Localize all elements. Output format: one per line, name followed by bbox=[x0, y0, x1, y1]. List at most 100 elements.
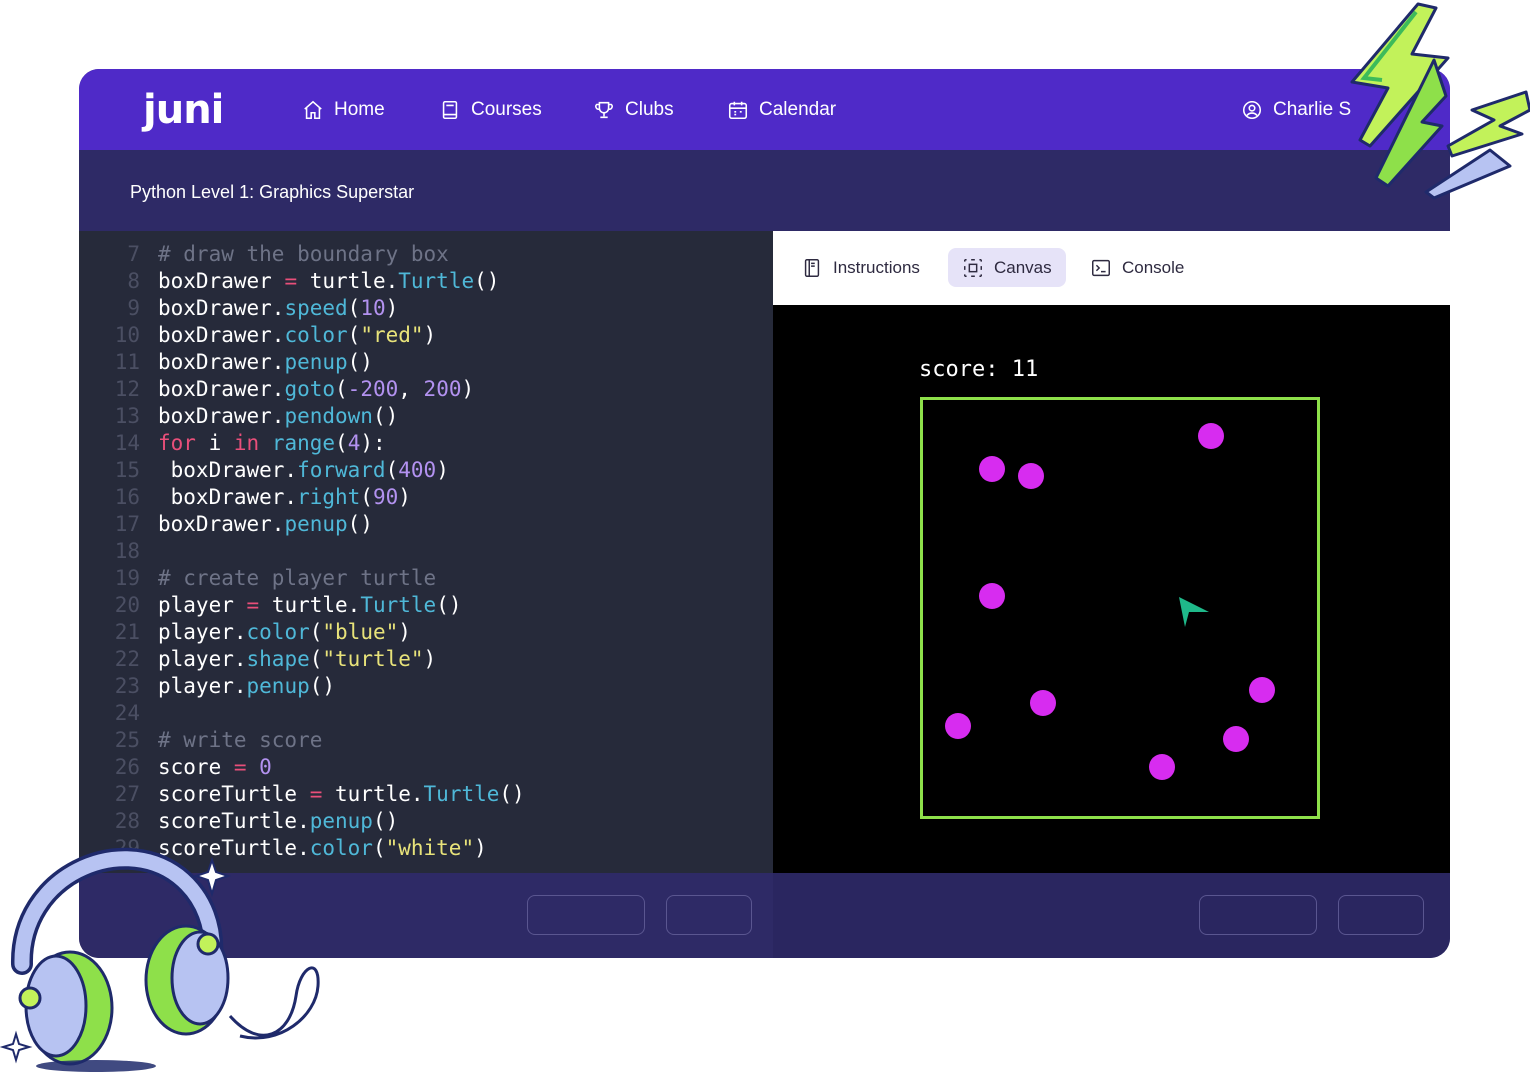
line-number: 9 bbox=[127, 296, 140, 320]
output-footer-button[interactable] bbox=[1338, 895, 1424, 935]
code-text: boxDrawer.penup() bbox=[158, 349, 373, 376]
headphones-icon bbox=[0, 847, 320, 1072]
code-token: range bbox=[271, 431, 336, 455]
code-text: player.shape("turtle") bbox=[158, 646, 436, 673]
code-token: ( bbox=[309, 620, 323, 644]
code-line[interactable]: 13 boxDrawer.pendown() bbox=[79, 403, 773, 430]
code-line[interactable]: 14 for i in range(4): bbox=[79, 430, 773, 457]
course-header: Python Level 1: Graphics Superstar bbox=[79, 150, 1450, 231]
code-token: penup bbox=[284, 512, 348, 536]
nav-courses[interactable]: Courses bbox=[439, 96, 542, 124]
nav-calendar[interactable]: Calendar bbox=[727, 96, 836, 124]
code-line[interactable]: 26 score = 0 bbox=[79, 754, 773, 781]
target-dot bbox=[979, 456, 1005, 482]
code-token: right bbox=[297, 485, 361, 509]
nav-clubs[interactable]: Clubs bbox=[593, 96, 674, 124]
output-footer bbox=[773, 873, 1450, 958]
code-token: "red" bbox=[360, 323, 424, 347]
line-number: 21 bbox=[114, 620, 140, 644]
code-line[interactable]: 18 bbox=[79, 538, 773, 565]
code-token: ( bbox=[335, 431, 348, 455]
line-number: 13 bbox=[114, 404, 140, 428]
code-token: () bbox=[372, 809, 399, 833]
code-line[interactable]: 7 # draw the boundary box bbox=[79, 241, 773, 268]
output-tabs: Instructions Canvas Console bbox=[773, 231, 1450, 305]
code-token: ( bbox=[309, 647, 323, 671]
code-token: boxDrawer. bbox=[158, 296, 285, 320]
code-token: speed bbox=[284, 296, 348, 320]
editor-footer-button[interactable] bbox=[527, 895, 645, 935]
code-text: boxDrawer.right(90) bbox=[158, 484, 411, 511]
code-token: = bbox=[233, 755, 247, 779]
output-panel: Instructions Canvas Console score: 11 bbox=[773, 231, 1450, 873]
app-window: juni Home Courses Clubs Calendar Charlie… bbox=[79, 69, 1450, 958]
code-token: () bbox=[474, 269, 500, 293]
tab-instructions-label: Instructions bbox=[833, 257, 920, 277]
code-token: () bbox=[436, 593, 462, 617]
code-line[interactable]: 17 boxDrawer.penup() bbox=[79, 511, 773, 538]
target-dot bbox=[945, 713, 971, 739]
code-token: () bbox=[347, 512, 373, 536]
code-line[interactable]: 25 # write score bbox=[79, 727, 773, 754]
tab-canvas[interactable]: Canvas bbox=[948, 248, 1066, 287]
code-token: player. bbox=[158, 620, 247, 644]
code-text: player.color("blue") bbox=[158, 619, 411, 646]
code-line[interactable]: 8 boxDrawer = turtle.Turtle() bbox=[79, 268, 773, 295]
code-token: # draw the boundary box bbox=[158, 242, 449, 266]
line-number: 25 bbox=[114, 728, 140, 752]
code-line[interactable]: 16 boxDrawer.right(90) bbox=[79, 484, 773, 511]
book-open-icon bbox=[804, 258, 820, 277]
line-number: 10 bbox=[114, 323, 140, 347]
code-editor[interactable]: 7 # draw the boundary box 8 boxDrawer = tur… bbox=[79, 231, 773, 873]
code-token: ( bbox=[347, 323, 361, 347]
editor-footer-button[interactable] bbox=[666, 895, 752, 935]
code-line[interactable]: 27 scoreTurtle = turtle.Turtle() bbox=[79, 781, 773, 808]
code-line[interactable]: 22 player.shape("turtle") bbox=[79, 646, 773, 673]
code-token: 200 bbox=[423, 377, 462, 401]
code-token: () bbox=[347, 350, 373, 374]
code-line[interactable]: 28 scoreTurtle.penup() bbox=[79, 808, 773, 835]
code-line[interactable]: 10 boxDrawer.color("red") bbox=[79, 322, 773, 349]
code-line[interactable]: 24 bbox=[79, 700, 773, 727]
nav-home[interactable]: Home bbox=[302, 96, 385, 124]
code-token: # write score bbox=[158, 728, 323, 752]
code-token: ): bbox=[360, 431, 386, 455]
turtle-canvas[interactable]: score: 11 bbox=[773, 305, 1450, 873]
tab-instructions[interactable]: Instructions bbox=[787, 248, 934, 287]
code-line[interactable]: 21 player.color("blue") bbox=[79, 619, 773, 646]
code-text: boxDrawer.forward(400) bbox=[158, 457, 449, 484]
juni-logo[interactable]: juni bbox=[143, 87, 224, 133]
code-token: ) bbox=[423, 323, 437, 347]
target-dot bbox=[1149, 754, 1175, 780]
code-token: for bbox=[158, 431, 196, 455]
code-token: turtle. bbox=[322, 782, 424, 806]
code-line[interactable]: 19 # create player turtle bbox=[79, 565, 773, 592]
terminal-icon bbox=[1092, 259, 1110, 276]
code-line[interactable]: 11 boxDrawer.penup() bbox=[79, 349, 773, 376]
code-line[interactable]: 23 player.penup() bbox=[79, 673, 773, 700]
code-token: penup bbox=[284, 350, 348, 374]
output-footer-button[interactable] bbox=[1199, 895, 1317, 935]
code-token: boxDrawer. bbox=[158, 485, 298, 509]
line-number: 24 bbox=[114, 701, 140, 725]
code-token: 90 bbox=[372, 485, 399, 509]
code-token: forward bbox=[297, 458, 386, 482]
code-token: player. bbox=[158, 647, 247, 671]
code-token: Turtle bbox=[398, 269, 475, 293]
code-text: boxDrawer.speed(10) bbox=[158, 295, 398, 322]
code-token: ) bbox=[398, 620, 411, 644]
code-token: pendown bbox=[284, 404, 373, 428]
tab-console[interactable]: Console bbox=[1076, 248, 1198, 287]
line-number: 18 bbox=[114, 539, 140, 563]
code-token: penup bbox=[309, 809, 373, 833]
code-line[interactable]: 12 boxDrawer.goto(-200, 200) bbox=[79, 376, 773, 403]
trophy-icon bbox=[595, 101, 613, 119]
code-line[interactable]: 20 player = turtle.Turtle() bbox=[79, 592, 773, 619]
line-number: 16 bbox=[114, 485, 140, 509]
code-line[interactable]: 9 boxDrawer.speed(10) bbox=[79, 295, 773, 322]
code-line[interactable]: 15 boxDrawer.forward(400) bbox=[79, 457, 773, 484]
code-text: boxDrawer = turtle.Turtle() bbox=[158, 268, 499, 295]
code-token: color bbox=[284, 323, 348, 347]
code-token: in bbox=[233, 431, 260, 455]
